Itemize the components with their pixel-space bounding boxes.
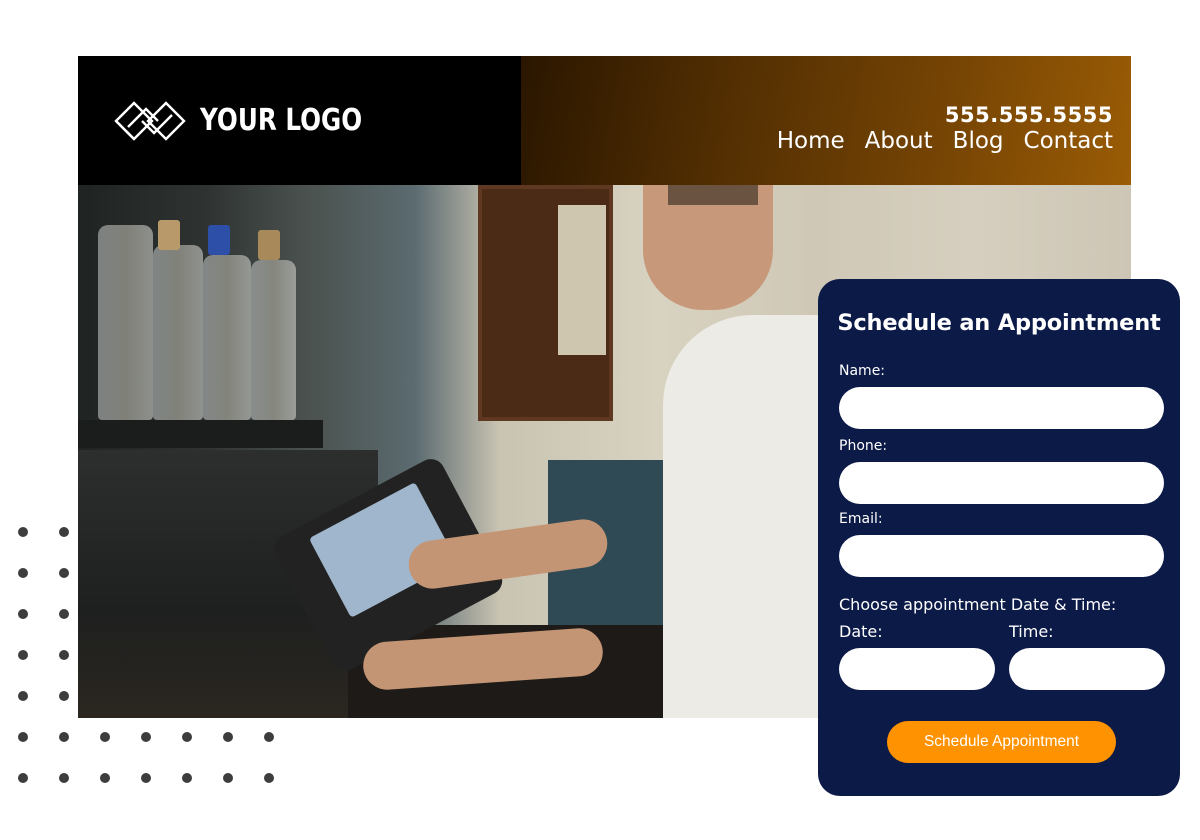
appointment-form: Schedule an Appointment Name: Phone: Ema… [818,279,1180,796]
date-input[interactable] [839,648,995,690]
hero-bottle [251,260,296,420]
hero-shelf [78,420,323,448]
dot [264,773,274,783]
dot [18,773,28,783]
time-label: Time: [1009,622,1054,641]
dot [264,732,274,742]
dot [18,732,28,742]
main-nav: Home About Blog Contact [777,128,1113,154]
datetime-heading: Choose appointment Date & Time: [839,595,1117,614]
nav-bar: 555.555.5555 Home About Blog Contact [521,56,1131,185]
form-title: Schedule an Appointment [837,310,1161,336]
hero-bottle [153,245,203,420]
hero-bottle-cap [208,225,230,255]
name-label: Name: [839,363,886,379]
hero-bottle-cap [158,220,180,250]
dot [182,773,192,783]
dot [18,568,28,578]
interlocking-diamonds-logo-icon [114,100,186,141]
dot [59,773,69,783]
dot [18,650,28,660]
phone-number[interactable]: 555.555.5555 [945,103,1113,127]
dot [59,568,69,578]
dot [223,732,233,742]
time-input[interactable] [1009,648,1165,690]
dot [141,732,151,742]
dot [100,773,110,783]
dot [18,691,28,701]
hero-bottle [203,255,251,420]
nav-blog[interactable]: Blog [953,128,1004,154]
hero-cabinet-window [558,205,606,355]
dot [223,773,233,783]
nav-about[interactable]: About [865,128,933,154]
dot [18,609,28,619]
dot [59,527,69,537]
dot [182,732,192,742]
dot [100,732,110,742]
dot [18,527,28,537]
hero-person-hair [668,185,758,205]
phone-label: Phone: [839,438,888,454]
nav-home[interactable]: Home [777,128,845,154]
name-input[interactable] [839,387,1164,429]
dot [59,609,69,619]
dot [59,650,69,660]
schedule-appointment-button[interactable]: Schedule Appointment [887,721,1116,763]
site-header: YOUR LOGO 555.555.5555 Home About Blog C… [78,56,1131,185]
email-label: Email: [839,511,883,527]
dot [59,691,69,701]
dot [59,732,69,742]
hero-bottle-cap [258,230,280,260]
logo[interactable]: YOUR LOGO [78,56,521,185]
logo-text: YOUR LOGO [200,103,363,138]
hero-bottle [98,225,153,420]
date-label: Date: [839,622,883,641]
nav-contact[interactable]: Contact [1024,128,1113,154]
dot [141,773,151,783]
phone-input[interactable] [839,462,1164,504]
email-input[interactable] [839,535,1164,577]
